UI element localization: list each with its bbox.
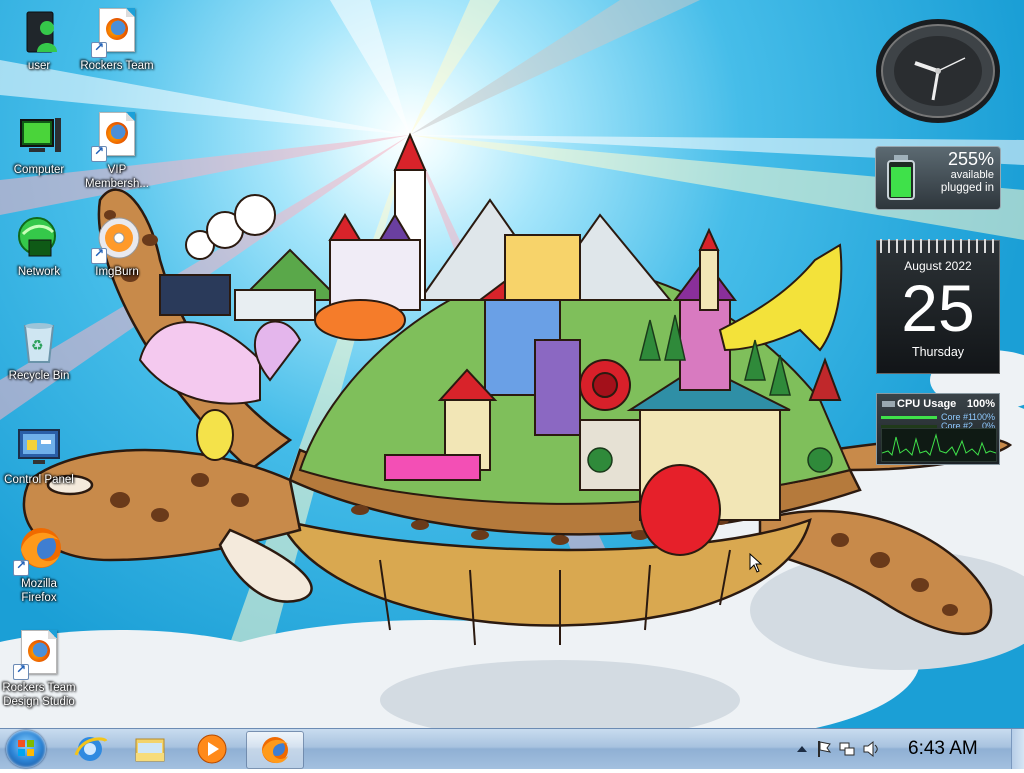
firefox-document-icon <box>91 8 141 58</box>
volume-icon[interactable] <box>862 740 880 758</box>
icon-label: Rockers Team <box>80 60 154 72</box>
media-player-icon <box>197 734 227 764</box>
start-button[interactable] <box>6 730 46 768</box>
shortcut-arrow-icon <box>91 40 107 58</box>
control-panel-icon <box>15 422 63 470</box>
internet-explorer-icon <box>74 737 108 761</box>
notification-area: 6:43 AM <box>792 729 1024 769</box>
icon-label: Control Panel <box>4 474 74 486</box>
icon-label: Rockers Team Design Studio <box>2 682 76 708</box>
icon-label: user <box>27 60 51 72</box>
icon-label: Recycle Bin <box>8 370 70 382</box>
desktop-wallpaper <box>0 0 1024 728</box>
desktop-icon-rockers-team[interactable]: Rockers Team <box>75 8 159 73</box>
taskbar-clock[interactable]: 6:43 AM <box>908 738 978 760</box>
calendar-day: 25 <box>901 271 975 345</box>
user-folder-icon <box>15 8 63 56</box>
shortcut-arrow-icon <box>91 144 107 162</box>
taskbar-firefox[interactable] <box>246 731 304 769</box>
recycle-bin-icon: ♻ <box>15 318 63 366</box>
desktop-icon-vip-membership[interactable]: VIP Membersh... <box>75 112 159 191</box>
taskbar-media-player[interactable] <box>184 731 240 767</box>
imgburn-disc-icon <box>91 214 141 264</box>
desktop-icon-rockers-team-design-studio[interactable]: Rockers Team Design Studio <box>0 630 81 709</box>
mouse-cursor-icon <box>749 553 763 573</box>
cpu-history-graph <box>881 428 997 462</box>
shortcut-arrow-icon <box>13 662 29 680</box>
taskbar-internet-explorer[interactable] <box>62 731 118 767</box>
desktop-icon-user[interactable]: user <box>0 8 81 73</box>
windows-logo-icon <box>18 740 34 756</box>
desktop-icon-recycle-bin[interactable]: ♻ Recycle Bin <box>0 318 81 383</box>
icon-label: ImgBurn <box>95 266 139 278</box>
cpu-core-bar <box>881 416 937 419</box>
computer-icon <box>15 112 63 160</box>
action-center-flag-icon[interactable] <box>816 740 832 758</box>
icon-label: Computer <box>13 164 65 176</box>
svg-text:♻: ♻ <box>31 338 44 354</box>
shortcut-arrow-icon <box>13 558 29 576</box>
battery-gadget[interactable]: 255% available plugged in <box>875 146 1001 210</box>
battery-icon <box>887 155 915 200</box>
battery-status-line1: available <box>950 169 994 181</box>
icon-label: VIP Membersh... <box>85 164 149 190</box>
battery-percent: 255% <box>947 149 994 169</box>
desktop-icon-imgburn[interactable]: ImgBurn <box>75 214 159 279</box>
taskbar: 6:43 AM <box>0 728 1024 769</box>
firefox-document-icon <box>91 112 141 162</box>
calendar-gadget[interactable]: August 2022 25 Thursday <box>876 239 1000 374</box>
windows-explorer-icon <box>135 738 165 762</box>
desktop-icon-control-panel[interactable]: Control Panel <box>0 422 81 487</box>
desktop-icon-network[interactable]: Network <box>0 214 81 279</box>
network-icon[interactable] <box>838 740 856 758</box>
calendar-rings <box>877 239 999 253</box>
clock-gadget[interactable] <box>875 18 1001 124</box>
cpu-title: CPU Usage <box>897 398 957 410</box>
icon-label: Network <box>17 266 61 278</box>
firefox-document-icon <box>13 630 63 680</box>
desktop-icon-computer[interactable]: Computer <box>0 112 81 177</box>
desktop-icon-mozilla-firefox[interactable]: Mozilla Firefox <box>0 526 81 605</box>
show-desktop-button[interactable] <box>1011 729 1024 769</box>
icon-label: Mozilla Firefox <box>21 578 57 604</box>
cpu-meter-icon <box>882 401 895 407</box>
firefox-icon <box>13 526 63 576</box>
cpu-usage-gadget[interactable]: CPU Usage 100% Core #1 100% Core #2 0% <box>876 393 1000 465</box>
cpu-core-fill <box>881 416 937 419</box>
firefox-icon <box>262 737 288 764</box>
cpu-total: 100% <box>966 398 995 410</box>
calendar-weekday: Thursday <box>911 345 965 359</box>
show-hidden-icons-arrow[interactable] <box>796 743 808 755</box>
taskbar-windows-explorer[interactable] <box>122 731 178 767</box>
shortcut-arrow-icon <box>91 246 107 264</box>
battery-status-line2: plugged in <box>940 182 994 194</box>
network-globe-icon <box>15 214 63 262</box>
